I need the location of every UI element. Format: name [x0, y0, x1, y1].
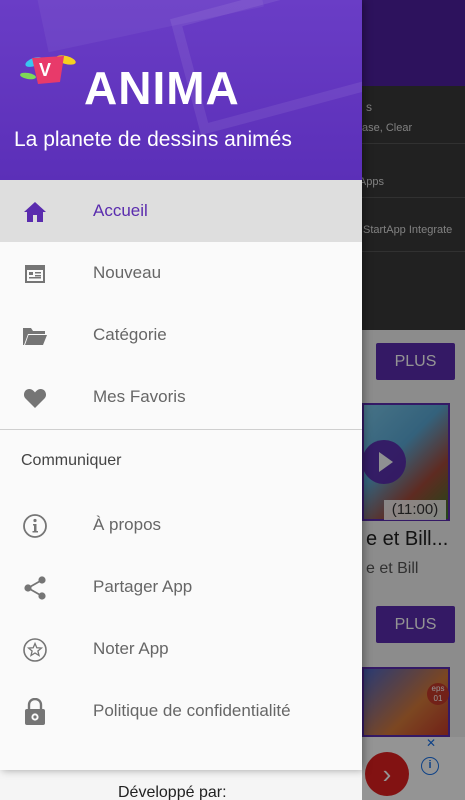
menu-item-noter-app[interactable]: Noter App [0, 618, 362, 680]
menu-item-politique[interactable]: Politique de confidentialité [0, 680, 362, 742]
menu-item-label: Accueil [93, 201, 148, 220]
lock-gear-icon [22, 698, 48, 725]
menu-item-mes-favoris[interactable]: Mes Favoris [0, 366, 362, 428]
navigation-drawer: V ANIMA La planete de dessins animés Acc… [0, 0, 362, 770]
star-icon [22, 637, 48, 663]
logo-icon: V [20, 55, 76, 84]
section-title: Communiquer [0, 430, 362, 494]
app-tagline: La planete de dessins animés [14, 128, 292, 151]
folder-icon [22, 323, 48, 349]
menu-item-label: Noter App [93, 639, 169, 658]
menu-item-partager-app[interactable]: Partager App [0, 556, 362, 618]
menu-item-label: À propos [93, 515, 162, 534]
menu-item-label: Partager App [93, 577, 193, 596]
menu-item-label: Politique de confidentialité [93, 701, 291, 720]
share-icon [22, 575, 48, 601]
logo-letter: V [39, 60, 51, 80]
menu-item-label: Catégorie [93, 325, 167, 344]
menu-item-a-propos[interactable]: À propos [0, 494, 362, 556]
menu-item-nouveau[interactable]: Nouveau [0, 242, 362, 304]
section-title-label: Communiquer [21, 452, 122, 469]
home-icon [22, 199, 48, 225]
menu-item-categorie[interactable]: Catégorie [0, 304, 362, 366]
developer-credit: Développé par: [118, 784, 227, 800]
app-name: ANIMA [84, 62, 240, 114]
info-icon [22, 513, 48, 539]
menu-item-label: Mes Favoris [93, 387, 186, 406]
heart-icon [22, 385, 48, 411]
menu-item-label: Nouveau [93, 263, 162, 282]
calendar-icon [22, 261, 48, 287]
menu-item-accueil[interactable]: Accueil [0, 180, 362, 242]
drawer-header: V ANIMA La planete de dessins animés [0, 0, 362, 180]
